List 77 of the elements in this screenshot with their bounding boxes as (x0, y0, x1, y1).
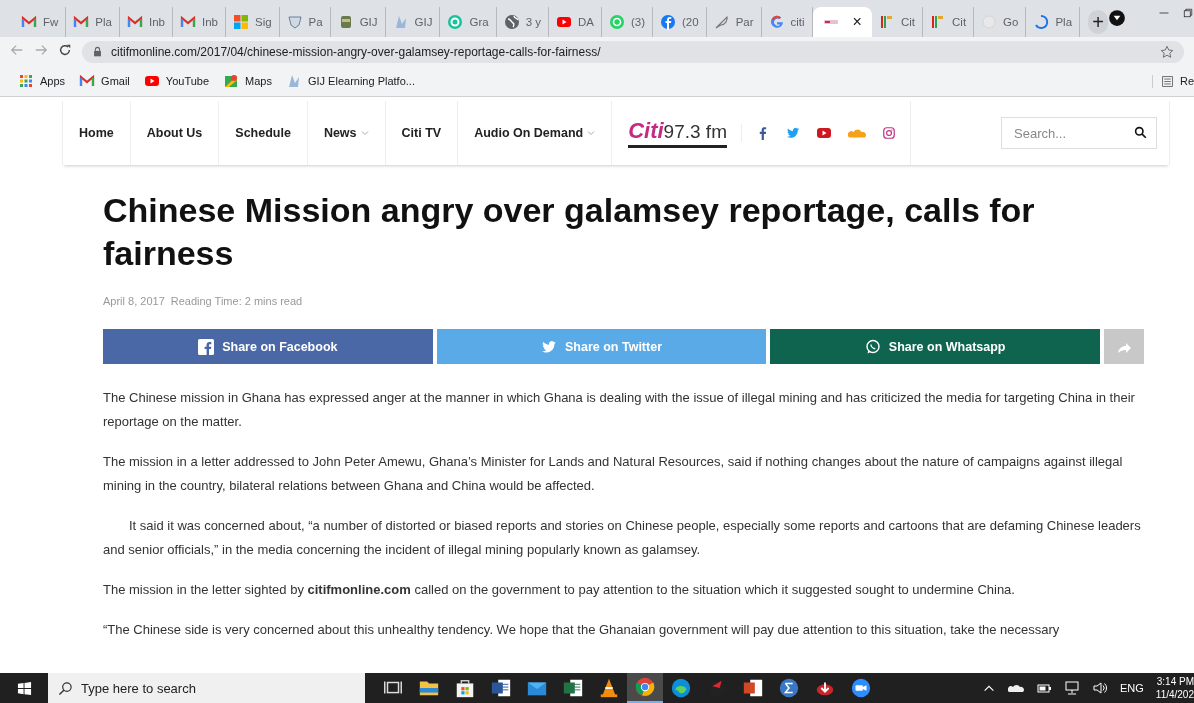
language-indicator[interactable]: ENG (1119, 682, 1144, 694)
video-camera-icon[interactable] (850, 677, 872, 699)
list-icon (1160, 74, 1174, 88)
new-tab-button[interactable]: + (1088, 10, 1108, 34)
tab-icon (768, 14, 785, 30)
share-facebook-button[interactable]: Share on Facebook (103, 329, 433, 364)
close-tab-button[interactable]: × (852, 13, 862, 31)
search-icon (1134, 126, 1147, 139)
address-bar[interactable]: citifmonline.com/2017/04/chinese-mission-angry-over-galamsey-reportage-calls-for-fairness/ (82, 40, 1184, 63)
article-paragraph: “The Chinese side is very concerned about this unhealthy tendency. We hope that the Ghanaian government will pay due attention to this situation, take the necessary (103, 621, 1061, 639)
article-paragraph: The Chinese mission in Ghana has expressed anger at the manner in which Ghana is dealing with the issue of illegal mining and has criticized the media for targeting China in their reportage on the matter. (103, 389, 1136, 431)
whatsapp-icon (864, 338, 881, 355)
tab-icon (713, 14, 730, 30)
tab-icon (126, 14, 143, 30)
nav-link[interactable]: Citi TV (384, 101, 458, 165)
nav-link[interactable]: News (306, 101, 385, 165)
tab-icon (286, 14, 303, 30)
sigma-icon[interactable] (778, 677, 800, 699)
share-whatsapp-button[interactable]: Share on Whatsapp (770, 329, 1100, 364)
bookmark[interactable]: GIJ Elearning Platfo... (285, 73, 415, 89)
reading-list-button[interactable]: Re (1151, 74, 1194, 88)
tab-icon (73, 14, 90, 30)
article-title: Chinese Mission angry over galamsey reportage, calls for fairness (103, 190, 1036, 274)
profile-icon[interactable] (1108, 9, 1126, 27)
traffic-cone-icon[interactable] (598, 677, 620, 699)
nav-link[interactable]: Home (62, 101, 130, 165)
tab-icon (878, 14, 895, 30)
tab-icon (232, 14, 249, 30)
nav-link[interactable]: Audio On Demand (457, 101, 612, 165)
twitter-icon[interactable] (786, 126, 800, 140)
network-icon[interactable] (1063, 680, 1080, 696)
site-logo[interactable]: Citi97.3 fm (628, 118, 727, 148)
tab-icon (930, 14, 946, 30)
star-icon[interactable] (1160, 44, 1174, 59)
nav-link[interactable]: About Us (129, 101, 219, 165)
bookmark-icon (18, 73, 34, 89)
tab-icon (21, 14, 37, 30)
twitter-icon (541, 338, 557, 355)
publish-date: April 8, 2017 (103, 295, 165, 307)
facebook-icon (198, 338, 215, 355)
reading-time: Reading Time: 2 mins read (170, 295, 303, 307)
article-paragraph: The mission in the letter sighted by citifmonline.com called on the government to pay attention to the situation which it suggested sought to undermine China. (103, 581, 1016, 599)
bookmark[interactable]: Maps (223, 73, 272, 89)
tab-icon (1033, 14, 1050, 30)
tab-icon (503, 14, 520, 30)
tab-icon (179, 14, 196, 30)
spreadsheet-icon[interactable] (562, 677, 584, 699)
reload-icon[interactable] (58, 42, 72, 57)
tab-icon (447, 14, 464, 30)
volume-icon[interactable] (1091, 680, 1108, 696)
document-icon[interactable] (490, 677, 512, 699)
nav-link[interactable]: Schedule (218, 101, 307, 165)
search-field[interactable]: Search... (1001, 117, 1157, 149)
instagram-icon[interactable] (882, 126, 896, 140)
search-icon (58, 680, 73, 696)
restore-icon[interactable] (1182, 7, 1194, 19)
article-paragraph: The mission in a letter addressed to John Peter Amewu, Ghana’s Minister for Lands and Natural Resources, said if nothing changes about the nature of campaigns against illegal mining in the country, bilateral relations between Ghana and China would be affected. (103, 453, 1124, 495)
taskbar-search-field[interactable]: Type here to search (48, 673, 365, 703)
browser-tab[interactable]: × (812, 7, 872, 37)
bookmark-icon (79, 73, 96, 89)
article-paragraph: It said it was concerned about, “a number of distorted or biased reports and stories on Chinese people, especially some reports and cartoons that are defaming Chinese leaders and senior officials,” in the media concerning the incident of illegal mining popularly known as galamsey. (103, 517, 1142, 559)
youtube-icon[interactable] (816, 125, 832, 141)
windows-start-icon[interactable] (16, 680, 32, 696)
tab-icon (555, 14, 572, 30)
tab-icon (608, 14, 625, 30)
tab-icon (660, 14, 676, 30)
bookmark-icon (223, 73, 240, 89)
bookmark[interactable]: Gmail (79, 73, 130, 89)
shopping-bag-icon[interactable] (454, 677, 476, 699)
bookmark[interactable]: Apps (18, 73, 66, 89)
wave-icon[interactable] (670, 677, 692, 699)
clock[interactable]: 3:14 PM 11/4/202 (1155, 675, 1194, 701)
slides-icon[interactable] (742, 677, 764, 699)
bookmark-icon (143, 73, 160, 89)
browser-icon[interactable] (634, 676, 656, 698)
bookmark[interactable]: YouTube (143, 73, 210, 89)
lock-icon (92, 46, 103, 57)
